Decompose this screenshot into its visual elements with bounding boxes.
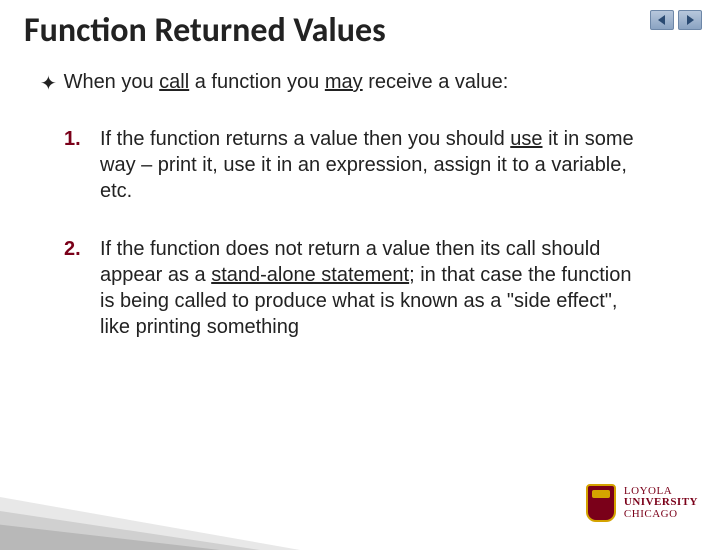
intro-text-pre: When you — [64, 71, 160, 93]
intro-line: ✦ When you call a function you may recei… — [40, 71, 720, 96]
item-text: If the function returns a value then you… — [100, 126, 644, 204]
numbered-list: 1. If the function returns a value then … — [64, 126, 644, 340]
decorative-wedge — [0, 430, 300, 550]
nav-arrows — [650, 10, 702, 30]
prev-button[interactable] — [650, 10, 674, 30]
intro-underline-may: may — [325, 71, 363, 93]
bullet-icon: ✦ — [40, 71, 58, 96]
item-text: If the function does not return a value … — [100, 236, 644, 340]
arrow-left-icon — [656, 14, 668, 26]
item-number: 2. — [64, 236, 100, 340]
underline-use: use — [510, 128, 542, 150]
intro-underline-call: call — [159, 71, 189, 93]
item-number: 1. — [64, 126, 100, 204]
next-button[interactable] — [678, 10, 702, 30]
intro-text-mid: a function you — [189, 71, 325, 93]
loyola-logo: LOYOLA UNIVERSITY CHICAGO — [586, 484, 698, 522]
intro-text-post: receive a value: — [363, 71, 509, 93]
list-item: 2. If the function does not return a val… — [64, 236, 644, 340]
logo-text: LOYOLA UNIVERSITY CHICAGO — [624, 486, 698, 521]
crest-icon — [586, 484, 616, 522]
page-title: Function Returned Values — [0, 0, 720, 57]
list-item: 1. If the function returns a value then … — [64, 126, 644, 204]
arrow-right-icon — [684, 14, 696, 26]
underline-standalone: stand-alone statement — [211, 264, 409, 286]
